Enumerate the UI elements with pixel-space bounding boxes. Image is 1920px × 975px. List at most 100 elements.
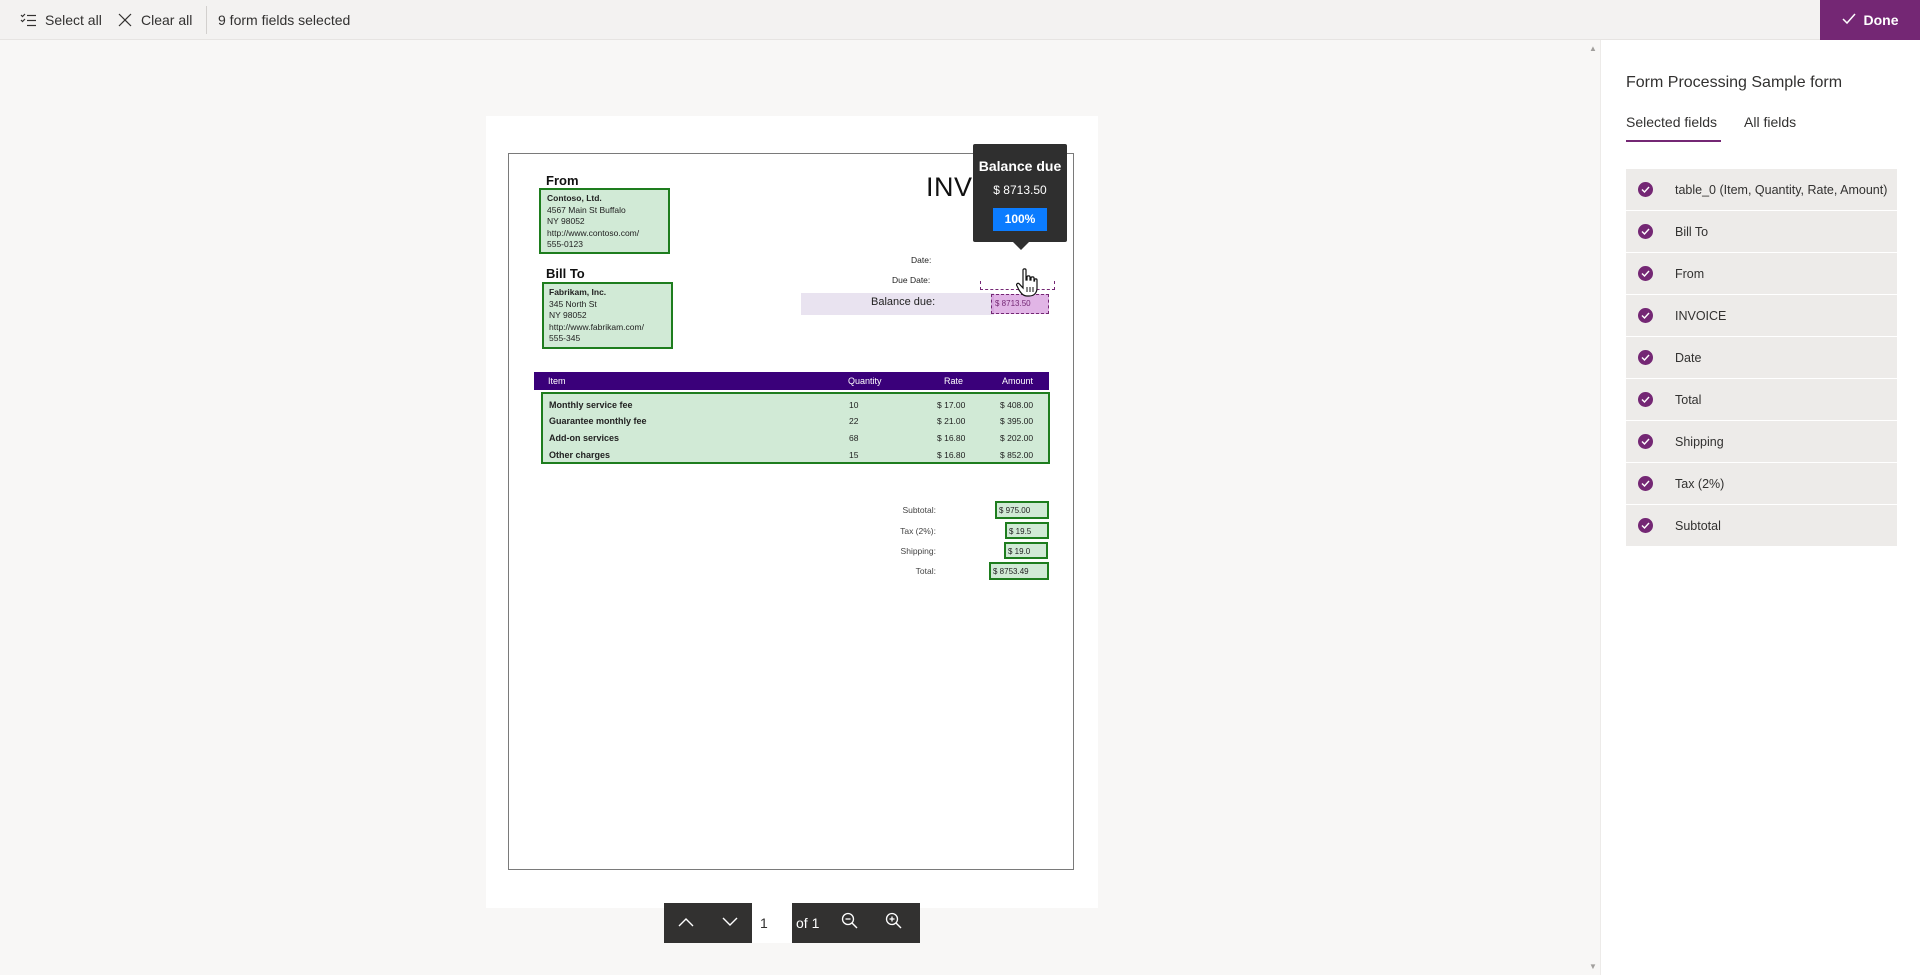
page-number-input[interactable] bbox=[752, 903, 792, 943]
subtotal-field-box[interactable]: $ 975.00 bbox=[995, 501, 1049, 519]
fields-panel: Form Processing Sample form Selected fie… bbox=[1600, 40, 1920, 975]
tab-all-fields[interactable]: All fields bbox=[1744, 114, 1796, 146]
shipping-label: Shipping: bbox=[900, 546, 936, 556]
due-date-label: Due Date: bbox=[892, 275, 931, 285]
zoom-out-icon bbox=[841, 912, 858, 934]
zoom-out-button[interactable] bbox=[827, 903, 871, 943]
table-cell-amount: $ 408.00 bbox=[1000, 400, 1034, 410]
tax-label: Tax (2%): bbox=[900, 526, 936, 536]
checkmark-icon bbox=[1638, 308, 1653, 323]
field-item[interactable]: From bbox=[1626, 253, 1897, 295]
invoice-border bbox=[508, 153, 1074, 870]
checkmark-icon bbox=[1638, 266, 1653, 281]
checkmark-icon bbox=[1638, 224, 1653, 239]
field-item[interactable]: Tax (2%) bbox=[1626, 463, 1897, 505]
table-cell-quantity: 15 bbox=[849, 450, 859, 460]
table-cell-amount: $ 852.00 bbox=[1000, 450, 1034, 460]
checkmark-icon bbox=[1841, 12, 1856, 28]
table-row: Other charges 15 $ 16.80 $ 852.00 bbox=[543, 448, 1048, 462]
command-bar: Select all Clear all 9 form fields selec… bbox=[0, 0, 1920, 40]
scroll-down-arrow-icon[interactable]: ▼ bbox=[1589, 962, 1597, 971]
bill-to-line: 555-345 bbox=[549, 333, 581, 343]
previous-page-button[interactable] bbox=[664, 903, 708, 943]
vertical-scrollbar[interactable]: ▲ ▼ bbox=[1586, 40, 1600, 975]
hand-cursor-icon bbox=[1016, 268, 1038, 303]
from-line: 555-0123 bbox=[547, 239, 583, 249]
tax-field-box[interactable]: $ 19.5 bbox=[1005, 522, 1049, 539]
table-cell-quantity: 10 bbox=[849, 400, 859, 410]
from-line: Contoso, Ltd. bbox=[547, 193, 602, 203]
checkmark-icon bbox=[1638, 392, 1653, 407]
table-cell-rate: $ 16.80 bbox=[937, 450, 966, 460]
field-item-label: Bill To bbox=[1675, 224, 1709, 239]
toolbar-divider bbox=[206, 6, 207, 34]
checkmark-icon bbox=[1638, 518, 1653, 533]
field-item-label: Total bbox=[1675, 392, 1702, 407]
confidence-badge: 100% bbox=[993, 208, 1047, 231]
bill-to-heading: Bill To bbox=[546, 266, 585, 281]
done-button[interactable]: Done bbox=[1820, 0, 1920, 40]
table-cell-item: Add-on services bbox=[549, 433, 620, 443]
table-cell-amount: $ 395.00 bbox=[1000, 416, 1034, 426]
page-count-text: of 1 bbox=[796, 915, 820, 931]
table-cell-rate: $ 16.80 bbox=[937, 433, 966, 443]
table-header-cell: Quantity bbox=[848, 376, 882, 386]
checkmark-icon bbox=[1638, 476, 1653, 491]
field-item-label: table_0 (Item, Quantity, Rate, Amount) bbox=[1675, 182, 1888, 197]
field-item-label: Tax (2%) bbox=[1675, 476, 1725, 491]
next-page-button[interactable] bbox=[708, 903, 752, 943]
from-line: http://www.contoso.com/ bbox=[547, 227, 640, 238]
table-cell-item: Other charges bbox=[549, 450, 611, 460]
table-cell-rate: $ 21.00 bbox=[937, 416, 966, 426]
table-row: Guarantee monthly fee 22 $ 21.00 $ 395.0… bbox=[543, 414, 1048, 428]
chevron-down-icon bbox=[722, 914, 738, 932]
zoom-in-button[interactable] bbox=[871, 903, 915, 943]
tooltip-title: Balance due bbox=[978, 158, 1062, 174]
total-label: Total: bbox=[915, 566, 936, 576]
table-cell-quantity: 68 bbox=[849, 433, 859, 443]
field-item[interactable]: Date bbox=[1626, 337, 1897, 379]
field-item[interactable]: table_0 (Item, Quantity, Rate, Amount) bbox=[1626, 169, 1897, 211]
document-canvas: From Contoso, Ltd. 4567 Main St Buffalo … bbox=[0, 40, 1586, 975]
checkmark-icon bbox=[1638, 350, 1653, 365]
page-navigator: of 1 bbox=[664, 903, 920, 943]
field-item[interactable]: Shipping bbox=[1626, 421, 1897, 463]
scroll-up-arrow-icon[interactable]: ▲ bbox=[1589, 44, 1597, 53]
bill-to-field-box[interactable]: Fabrikam, Inc. 345 North St NY 98052 htt… bbox=[542, 282, 673, 349]
subtotal-label: Subtotal: bbox=[902, 505, 936, 515]
field-item[interactable]: INVOICE bbox=[1626, 295, 1897, 337]
field-item[interactable]: Bill To bbox=[1626, 211, 1897, 253]
table-field-box[interactable]: Monthly service fee 10 $ 17.00 $ 408.00 … bbox=[541, 392, 1050, 464]
selected-count-text: 9 form fields selected bbox=[218, 12, 351, 28]
table-cell-quantity: 22 bbox=[849, 416, 859, 426]
field-tooltip: Balance due $ 8713.50 100% bbox=[973, 144, 1067, 250]
select-all-button[interactable]: Select all bbox=[20, 0, 102, 40]
select-all-label: Select all bbox=[45, 12, 102, 28]
field-item-label: Shipping bbox=[1675, 434, 1724, 449]
bill-to-line: NY 98052 bbox=[549, 310, 587, 320]
from-heading: From bbox=[546, 173, 579, 188]
clear-all-button[interactable]: Clear all bbox=[117, 0, 192, 40]
total-field-box[interactable]: $ 8753.49 bbox=[989, 562, 1049, 580]
table-cell-rate: $ 17.00 bbox=[937, 400, 966, 410]
from-line: NY 98052 bbox=[547, 216, 585, 226]
table-row: Add-on services 68 $ 16.80 $ 202.00 bbox=[543, 431, 1048, 445]
field-item[interactable]: Subtotal bbox=[1626, 505, 1897, 547]
clear-all-label: Clear all bbox=[141, 12, 193, 28]
tooltip-value: $ 8713.50 bbox=[993, 183, 1047, 197]
field-item[interactable]: Total bbox=[1626, 379, 1897, 421]
shipping-field-box[interactable]: $ 19.0 bbox=[1004, 542, 1048, 559]
from-field-box[interactable]: Contoso, Ltd. 4567 Main St Buffalo NY 98… bbox=[539, 188, 670, 254]
bill-to-line: 345 North St bbox=[549, 298, 597, 309]
from-line: 4567 Main St Buffalo bbox=[547, 204, 626, 215]
bill-to-line: http://www.fabrikam.com/ bbox=[549, 321, 644, 332]
active-tab-indicator bbox=[1626, 140, 1721, 142]
table-header-cell: Item bbox=[548, 376, 566, 386]
done-label: Done bbox=[1863, 12, 1899, 28]
table-header-cell: Amount bbox=[1002, 376, 1034, 386]
field-item-label: INVOICE bbox=[1675, 308, 1727, 323]
bill-to-line: Fabrikam, Inc. bbox=[549, 287, 607, 297]
table-header-cell: Rate bbox=[944, 376, 964, 386]
balance-due-label: Balance due: bbox=[871, 296, 936, 308]
table-cell-item: Guarantee monthly fee bbox=[549, 416, 647, 426]
